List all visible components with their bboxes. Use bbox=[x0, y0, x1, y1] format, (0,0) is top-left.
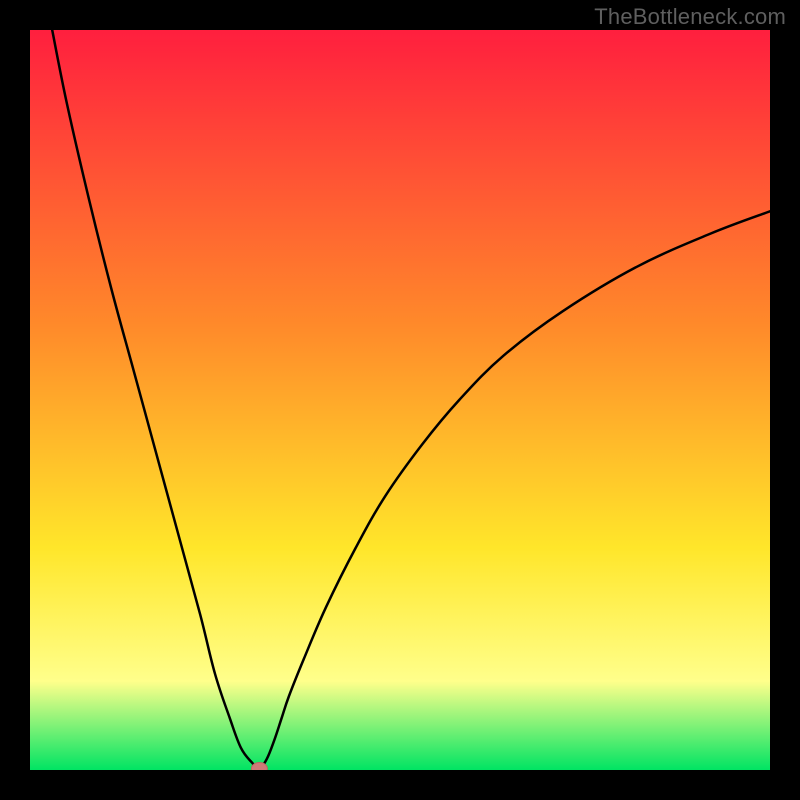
watermark-text: TheBottleneck.com bbox=[594, 4, 786, 30]
plot-area bbox=[30, 30, 770, 770]
bottleneck-chart bbox=[30, 30, 770, 770]
optimal-point-marker bbox=[251, 763, 267, 770]
chart-frame: TheBottleneck.com bbox=[0, 0, 800, 800]
